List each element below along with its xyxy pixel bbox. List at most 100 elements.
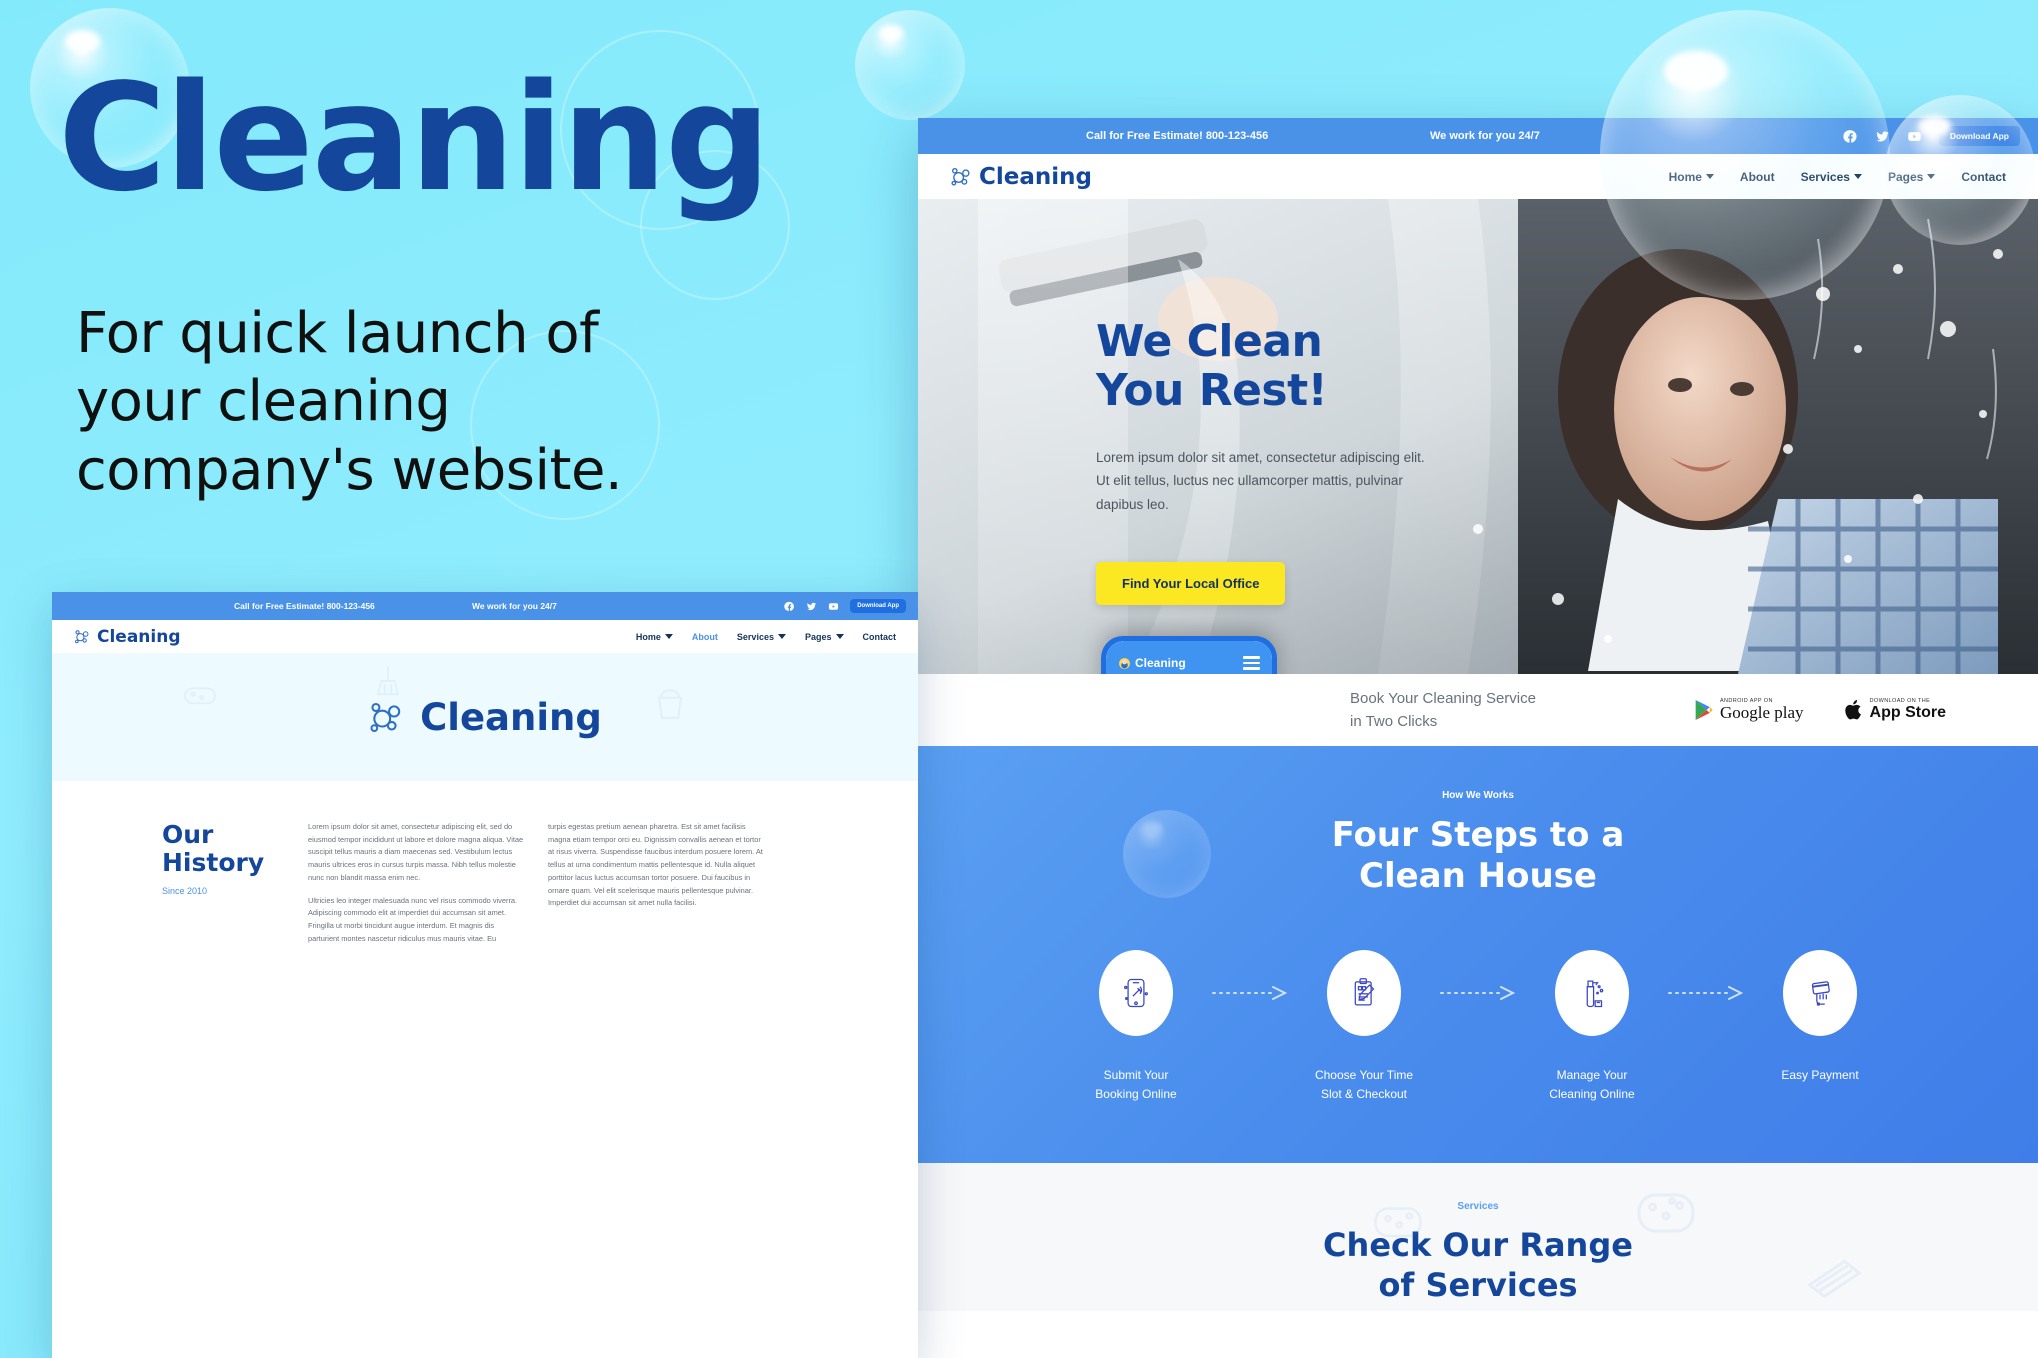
- services-title-line2: of Services: [1378, 1266, 1578, 1305]
- phone-estimate-text: Call for Free Estimate! 800-123-456: [234, 601, 375, 611]
- app-logo-text: Cleaning: [1135, 656, 1186, 670]
- step-item: Submit Your Booking Online: [1061, 949, 1211, 1103]
- phone-estimate-text: Call for Free Estimate! 800-123-456: [1086, 130, 1269, 142]
- chevron-down-icon: [1927, 174, 1936, 179]
- nav-label: Pages: [804, 631, 832, 642]
- site-logo[interactable]: Cleaning: [950, 164, 1092, 190]
- bucket-pattern-icon: [657, 689, 683, 719]
- history-since: Since 2010: [162, 886, 208, 896]
- main-navbar: Cleaning Home About Services Pages Conta…: [52, 620, 918, 653]
- apple-icon: [1844, 700, 1861, 720]
- step-icon-wrap: [1555, 949, 1629, 1036]
- step-label-line1: Submit Your: [1103, 1067, 1169, 1082]
- steps-row: Submit Your Booking Online Choose Your T…: [918, 949, 2038, 1103]
- step-item: Easy Payment: [1745, 949, 1895, 1085]
- step-connector-arrow: [1439, 985, 1517, 1000]
- bubbles-logo-icon: [74, 628, 91, 645]
- steps-title-line2: Clean House: [1359, 856, 1597, 897]
- nav-item-contact[interactable]: Contact: [1961, 170, 2006, 184]
- step-icon-wrap: [1783, 949, 1857, 1036]
- nav-label: Services: [1800, 169, 1850, 184]
- youtube-icon[interactable]: [828, 601, 839, 612]
- nav-item-contact[interactable]: Contact: [863, 632, 897, 642]
- step-icon-wrap: [1327, 949, 1401, 1036]
- app-logo: Cleaning: [1118, 656, 1186, 670]
- nav-label: About: [1739, 169, 1775, 184]
- bubbles-logo-icon: [950, 165, 973, 188]
- chevron-down-icon: [835, 634, 844, 639]
- twitter-icon[interactable]: [806, 601, 817, 612]
- facebook-icon[interactable]: [1843, 129, 1858, 144]
- services-section: Services Check Our Range of Services: [918, 1163, 2038, 1312]
- bubbles-logo-icon: [368, 698, 406, 736]
- mobile-booking-icon: [1124, 978, 1148, 1008]
- history-text-col-1: Lorem ipsum dolor sit amet, consectetur …: [308, 821, 524, 946]
- bubble-decoration: [855, 10, 965, 120]
- nav-label: Services: [736, 631, 774, 642]
- hero-copy: We Clean You Rest! Lorem ipsum dolor sit…: [1096, 317, 1426, 606]
- step-label-line2: Slot & Checkout: [1320, 1086, 1408, 1101]
- nav-item-pages[interactable]: Pages: [805, 632, 844, 642]
- app-store-badge[interactable]: Download on the App Store: [1844, 698, 1946, 722]
- find-local-office-button[interactable]: Find Your Local Office: [1096, 562, 1286, 606]
- google-play-icon: [1695, 700, 1713, 720]
- step-icon-wrap: [1099, 949, 1173, 1036]
- sponge-pattern-icon: [184, 687, 216, 705]
- step-label: Easy Payment: [1745, 1066, 1895, 1085]
- phone-app-mockup: Cleaning Step 1 of 3 Home Details How ma…: [1101, 636, 1277, 674]
- youtube-icon[interactable]: [1907, 129, 1922, 144]
- hero-description: Lorem ipsum dolor sit amet, consectetur …: [1096, 449, 1425, 512]
- download-app-button[interactable]: Download App: [850, 599, 906, 613]
- facebook-icon[interactable]: [784, 601, 795, 612]
- nav-item-home[interactable]: Home: [636, 632, 673, 642]
- history-heading-col: Our History Since 2010: [162, 821, 284, 946]
- step-label-line1: Manage Your: [1556, 1067, 1628, 1082]
- nav-label: About: [691, 631, 718, 642]
- download-app-button[interactable]: Download App: [1938, 126, 2020, 146]
- how-we-works-section: How We Works Four Steps to a Clean House: [918, 746, 2038, 1164]
- twitter-icon[interactable]: [1875, 129, 1890, 144]
- nav-item-services[interactable]: Services: [1801, 170, 1862, 184]
- spray-bottle-icon: [1586, 980, 1604, 1008]
- nav-links-about: Home About Services Pages Contact: [636, 632, 896, 642]
- nav-label: Contact: [1961, 169, 2006, 184]
- nav-label: Contact: [862, 631, 897, 642]
- nav-item-about[interactable]: About: [1740, 170, 1775, 184]
- main-navbar: Cleaning Home About Services Pages Conta…: [918, 154, 2038, 199]
- step-label-line2: Booking Online: [1095, 1086, 1177, 1101]
- step-label-line1: Easy Payment: [1781, 1067, 1859, 1082]
- hero-photo-window-cleaner: [918, 199, 2038, 674]
- history-paragraph: Ultricies leo integer malesuada nunc vel…: [308, 895, 518, 943]
- nav-item-about[interactable]: About: [692, 632, 718, 642]
- history-title: Our History: [162, 821, 284, 877]
- app-strip-line2: in Two Clicks: [1350, 713, 1438, 730]
- app-strip-line1: Book Your Cleaning Service: [1350, 689, 1536, 707]
- site-logo[interactable]: Cleaning: [74, 627, 181, 647]
- step-label: Choose Your Time Slot & Checkout: [1289, 1066, 1439, 1103]
- google-play-badge[interactable]: Android app on Google play: [1694, 698, 1804, 723]
- page-header-banner: Cleaning: [52, 653, 918, 781]
- hamburger-menu-icon[interactable]: [1243, 653, 1260, 672]
- nav-label: Home: [635, 631, 661, 642]
- step-connector-arrow: [1667, 985, 1745, 1000]
- history-title-line2: History: [162, 848, 265, 877]
- chevron-down-icon: [1705, 174, 1714, 179]
- page-header-logo: Cleaning: [368, 696, 602, 739]
- home-page-screenshot: Call for Free Estimate! 800-123-456 We w…: [918, 118, 2038, 1358]
- hero-title-line2: You Rest!: [1096, 365, 1328, 417]
- nav-label: Home: [1668, 169, 1702, 184]
- nav-label: Pages: [1887, 169, 1924, 184]
- services-eyebrow: Services: [1457, 1201, 1499, 1213]
- app-strip-text: Book Your Cleaning Service in Two Clicks: [1350, 687, 1536, 734]
- site-logo-text: Cleaning: [979, 163, 1092, 190]
- app-store-main: App Store: [1869, 704, 1946, 721]
- hero-section: We Clean You Rest! Lorem ipsum dolor sit…: [918, 199, 2038, 674]
- top-utility-bar: Call for Free Estimate! 800-123-456 We w…: [918, 118, 2038, 154]
- hero-title: We Clean You Rest!: [1096, 317, 1426, 416]
- history-paragraph: turpis egestas pretium aenean pharetra. …: [548, 822, 763, 908]
- nav-item-services[interactable]: Services: [737, 632, 786, 642]
- poster-tagline: For quick launch of your cleaning compan…: [76, 301, 623, 503]
- nav-item-home[interactable]: Home: [1669, 170, 1714, 184]
- nav-item-pages[interactable]: Pages: [1887, 169, 1936, 184]
- promo-poster: Cleaning For quick launch of your cleani…: [0, 0, 2038, 1358]
